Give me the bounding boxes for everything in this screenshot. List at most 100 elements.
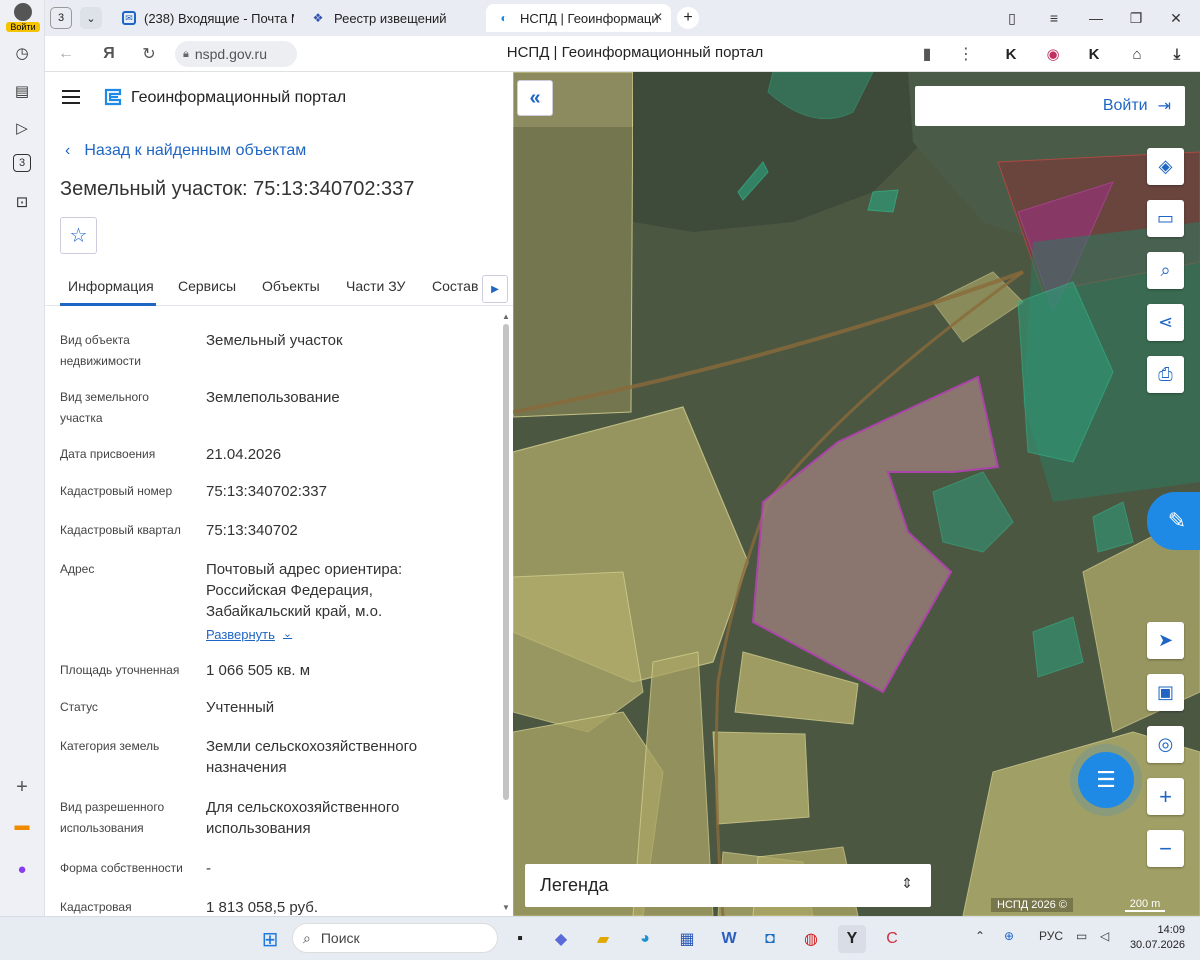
hamburger-menu-icon[interactable]: [62, 90, 80, 104]
chevron-up-icon[interactable]: ⌃: [975, 929, 985, 943]
yandex-browser-icon[interactable]: Y: [838, 925, 866, 953]
back-arrow-icon[interactable]: ←: [55, 43, 77, 65]
bookmark-icon[interactable]: ▮: [916, 43, 938, 65]
close-tab-icon[interactable]: ✕: [653, 10, 663, 24]
layers-icon: ◈: [1158, 156, 1173, 176]
task-view-icon[interactable]: ▪: [506, 925, 534, 953]
volume-icon[interactable]: ◁: [1100, 929, 1109, 943]
locate-button[interactable]: ➤: [1147, 622, 1184, 659]
legend-label: Легенда: [540, 875, 609, 895]
tab-parts[interactable]: Части ЗУ: [346, 278, 405, 294]
scroll-up-icon[interactable]: ▲: [502, 312, 510, 321]
close-window-icon[interactable]: ✕: [1165, 8, 1187, 28]
restore-icon[interactable]: ❐: [1125, 8, 1147, 28]
zoom-in-button[interactable]: +: [1147, 778, 1184, 815]
menu-icon[interactable]: ≡: [1043, 8, 1065, 28]
add-icon[interactable]: +: [11, 776, 33, 798]
history-icon[interactable]: ◷: [11, 42, 33, 64]
collections-icon[interactable]: ▤: [11, 80, 33, 102]
feedback-button[interactable]: ✎: [1147, 492, 1200, 550]
object-info-panel: Геоинформационный портал ‹ Назад к найде…: [45, 72, 513, 916]
taskbar-search[interactable]: ⌕ Поиск: [292, 923, 498, 953]
map-attribution: НСПД 2026 ©: [991, 898, 1073, 912]
attribute-value: 1 813 058,5 руб.: [206, 899, 319, 916]
browser-tab-registry[interactable]: ❖ Реестр извещений: [300, 4, 480, 32]
tabs-scroll-right-button[interactable]: ▶: [482, 275, 508, 303]
downloads-icon[interactable]: ⤓: [1166, 43, 1188, 65]
outlook-icon[interactable]: ◘: [756, 925, 784, 953]
attribute-value: Для сельскохозяйственного использования: [206, 799, 400, 837]
tab-objects[interactable]: Объекты: [262, 278, 320, 294]
extension-circle-icon[interactable]: ◉: [1042, 43, 1064, 65]
app-c-icon[interactable]: C: [878, 925, 906, 953]
panel-scrollbar[interactable]: ▲ ▼: [501, 312, 511, 912]
map-view[interactable]: « Войти ⇥ ◈ ▭ ⌕ ⋖ ⎙ ✎ ➤ ▣ ◎ + − ☰ Легенд…: [513, 72, 1200, 916]
attribute-value: 75:13:340702:337: [206, 483, 327, 500]
attribute-value: -: [206, 860, 211, 877]
share-button[interactable]: ⋖: [1147, 304, 1184, 341]
geolocation-button[interactable]: ◎: [1147, 726, 1184, 763]
favorite-button[interactable]: ☆: [60, 217, 97, 254]
profile-button[interactable]: Войти: [6, 3, 40, 33]
extension-k2-icon[interactable]: K: [1083, 43, 1105, 65]
badge-icon[interactable]: 3: [13, 154, 31, 172]
attribute-value: 75:13:340702: [206, 522, 298, 539]
word-icon[interactable]: W: [715, 925, 743, 953]
mail-app-icon[interactable]: ▬: [11, 814, 33, 836]
legend-panel[interactable]: Легенда ⇕: [525, 864, 931, 907]
alice-icon[interactable]: ●: [11, 858, 33, 880]
attribute-label: Категория земель: [60, 739, 160, 753]
language-indicator[interactable]: РУС: [1039, 929, 1063, 943]
play-icon[interactable]: ▷: [11, 117, 33, 139]
expand-toggle-icon: ⇕: [901, 875, 913, 891]
yandex-icon[interactable]: Я: [98, 43, 120, 65]
attribute-label: Кадастровая: [60, 900, 132, 914]
select-area-button[interactable]: ⌕: [1147, 252, 1184, 289]
store-icon[interactable]: ▦: [673, 925, 701, 953]
clock[interactable]: 14:09 30.07.2026: [1125, 923, 1185, 953]
extension-k-icon[interactable]: K: [1000, 43, 1022, 65]
tab-count-button[interactable]: 3: [50, 7, 72, 29]
scrollbar-thumb[interactable]: [503, 324, 509, 800]
login-button[interactable]: Войти ⇥: [915, 86, 1185, 126]
back-to-results-link[interactable]: ‹ Назад к найденным объектам: [65, 142, 306, 160]
collapse-panel-button[interactable]: «: [517, 80, 553, 116]
reload-icon[interactable]: ↻: [138, 43, 160, 65]
more-icon[interactable]: ⋮: [955, 43, 977, 65]
tab-services[interactable]: Сервисы: [178, 278, 236, 294]
time: 14:09: [1157, 924, 1185, 936]
measure-button[interactable]: ▭: [1147, 200, 1184, 237]
chat-button[interactable]: ☰: [1078, 752, 1134, 808]
scroll-down-icon[interactable]: ▼: [502, 903, 510, 912]
print-button[interactable]: ⎙: [1147, 356, 1184, 393]
minimap-button[interactable]: ▣: [1147, 674, 1184, 711]
attribute-label: Дата присвоения: [60, 447, 156, 461]
minimap-icon: ▣: [1156, 682, 1174, 702]
layers-button[interactable]: ◈: [1147, 148, 1184, 185]
minimize-icon[interactable]: —: [1085, 8, 1107, 28]
monitor-icon[interactable]: ▭: [1076, 929, 1087, 943]
url-field[interactable]: 🔒︎ nspd.gov.ru: [175, 41, 297, 67]
zoom-out-button[interactable]: −: [1147, 830, 1184, 867]
extension-shirt-icon[interactable]: ⌂: [1126, 43, 1148, 65]
start-button[interactable]: ⊞: [256, 925, 284, 953]
new-tab-button[interactable]: +: [677, 7, 699, 29]
browser-tab-mail[interactable]: ✉ (238) Входящие - Почта М: [112, 4, 294, 32]
copilot-icon[interactable]: ◆: [547, 925, 575, 953]
bookmark-manager-icon[interactable]: ▯: [1001, 8, 1023, 28]
expand-label: Развернуть: [206, 627, 275, 642]
expand-address-link[interactable]: Развернуть ⌄: [206, 624, 446, 645]
date: 30.07.2026: [1129, 939, 1185, 951]
vpn-icon[interactable]: ⊕: [1004, 929, 1014, 943]
media-icon[interactable]: ◍: [797, 925, 825, 953]
browser-tab-nspd[interactable]: ◐ НСПД | Геоинформаци ✕: [486, 4, 671, 32]
attribute-value: Землепользование: [206, 389, 340, 406]
explorer-icon[interactable]: ▰: [589, 925, 617, 953]
screen: 3 ⌄ ✉ (238) Входящие - Почта М ❖ Реестр …: [0, 0, 1200, 960]
address-bar: ← Я ↻ 🔒︎ nspd.gov.ru НСПД | Геоинформаци…: [45, 36, 1200, 72]
screenshot-icon[interactable]: ⊡: [11, 191, 33, 213]
tab-information[interactable]: Информация: [68, 278, 154, 294]
edge-icon[interactable]: ◕: [631, 925, 659, 953]
tab-list-dropdown[interactable]: ⌄: [80, 7, 102, 29]
tab-composition[interactable]: Состав: [432, 278, 478, 294]
